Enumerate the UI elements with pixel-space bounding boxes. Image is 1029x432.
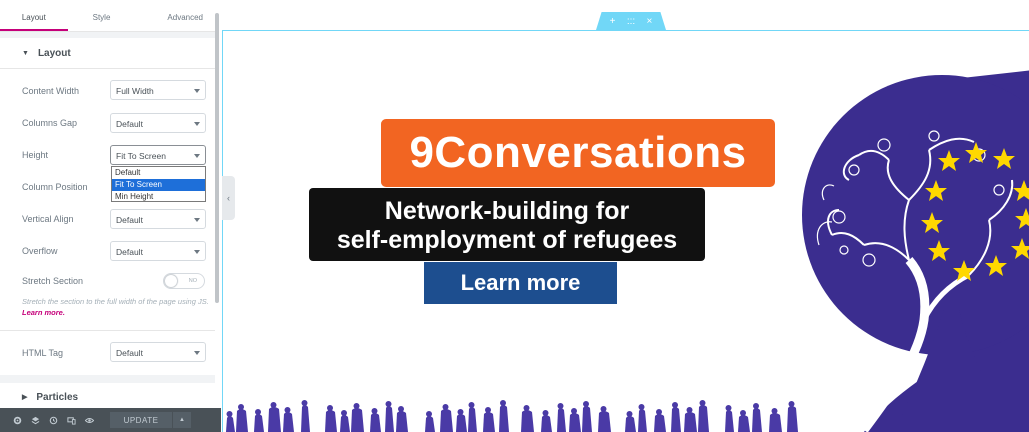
banner-title: 9Conversations (381, 119, 775, 187)
columns-gap-label: Columns Gap (22, 118, 78, 128)
learn-more-link[interactable]: Learn more. (22, 308, 65, 317)
panel-tabs: Layout Style Advanced (0, 0, 215, 32)
editor-panel: Layout Style Advanced ▼ Layout Content W… (0, 0, 221, 432)
html-tag-value: Default (116, 348, 143, 358)
comma-tree-logo-icon (802, 70, 1029, 432)
tab-layout[interactable]: Layout (0, 0, 68, 31)
panel-collapse-toggle[interactable]: ‹ (222, 176, 235, 220)
banner-subtitle-line-1: Network-building for (384, 197, 630, 225)
banner-subtitle: Network-building for self-employment of … (309, 188, 705, 261)
column-position-label: Column Position (22, 182, 88, 192)
caret-right-icon: ▶ (22, 394, 28, 401)
vertical-align-select[interactable]: Default (110, 209, 206, 229)
divider (0, 68, 215, 69)
overflow-label: Overflow (22, 246, 58, 256)
layout-section-title: Layout (37, 47, 71, 59)
background-decoration (250, 110, 264, 164)
height-label: Height (22, 150, 49, 160)
stretch-section-label: Stretch Section (22, 276, 84, 286)
eye-icon[interactable] (80, 408, 98, 432)
responsive-icon[interactable] (62, 408, 80, 432)
html-tag-label: HTML Tag (22, 348, 64, 358)
toggle-state-text: NO (188, 278, 197, 284)
height-option-default[interactable]: Default (112, 167, 205, 179)
toggle-knob (165, 275, 177, 287)
particles-section-title: Particles (36, 391, 79, 403)
columns-gap-value: Default (116, 119, 143, 129)
section-gap (0, 375, 215, 383)
close-section-icon[interactable]: × (646, 16, 652, 27)
chevron-down-icon (194, 351, 200, 355)
chevron-down-icon (194, 89, 200, 93)
move-section-icon[interactable]: ::: (627, 16, 635, 27)
people-silhouettes-icon (226, 400, 798, 432)
content-width-select[interactable]: Full Width (110, 80, 206, 100)
panel-scrollbar-thumb[interactable] (215, 13, 219, 303)
height-option-min-height[interactable]: Min Height (112, 191, 205, 203)
vertical-align-value: Default (116, 215, 143, 225)
chevron-down-icon (194, 154, 200, 158)
gear-icon[interactable] (8, 408, 26, 432)
editor-canvas: + ::: × 9Conversations Network-building … (222, 0, 1029, 432)
particles-section-header[interactable]: ▶ Particles (0, 383, 215, 411)
content-width-label: Content Width (22, 86, 80, 96)
panel-footer: UPDATE ▲ (0, 408, 221, 432)
history-icon[interactable] (44, 408, 62, 432)
learn-more-button[interactable]: Learn more (424, 262, 617, 304)
tab-advanced[interactable]: Advanced (135, 0, 215, 31)
chevron-down-icon (194, 250, 200, 254)
overflow-value: Default (116, 247, 143, 257)
caret-down-icon: ▼ (22, 49, 29, 57)
height-value: Fit To Screen (116, 151, 166, 161)
columns-gap-select[interactable]: Default (110, 113, 206, 133)
section-handle: + ::: × (596, 12, 666, 30)
tab-style[interactable]: Style (68, 0, 136, 31)
content-width-value: Full Width (116, 86, 154, 96)
height-select[interactable]: Fit To Screen (110, 145, 206, 165)
height-option-fit-to-screen[interactable]: Fit To Screen (112, 179, 205, 191)
layers-icon[interactable] (26, 408, 44, 432)
stretch-section-help: Stretch the section to the full width of… (22, 296, 212, 318)
chevron-down-icon (194, 122, 200, 126)
chevron-down-icon (194, 218, 200, 222)
stretch-section-toggle[interactable]: NO (163, 273, 205, 289)
layout-section-header[interactable]: ▼ Layout (0, 38, 215, 68)
overflow-select[interactable]: Default (110, 241, 206, 261)
update-button[interactable]: UPDATE (110, 412, 172, 428)
height-dropdown-list: Default Fit To Screen Min Height (111, 166, 206, 202)
banner-subtitle-line-2: self-employment of refugees (336, 226, 678, 254)
chevron-left-icon: ‹ (227, 193, 230, 203)
add-section-icon[interactable]: + (610, 16, 616, 27)
chevron-up-icon[interactable]: ▲ (173, 412, 191, 428)
divider (0, 330, 215, 331)
vertical-align-label: Vertical Align (22, 214, 74, 224)
stretch-help-text: Stretch the section to the full width of… (22, 297, 209, 306)
html-tag-select[interactable]: Default (110, 342, 206, 362)
